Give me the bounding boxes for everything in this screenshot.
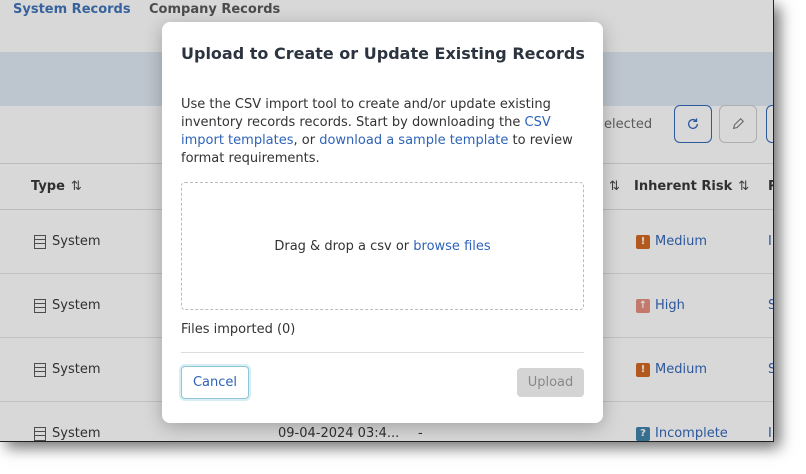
upload-modal: Upload to Create or Update Existing Reco… bbox=[162, 22, 603, 423]
upload-button[interactable]: Upload bbox=[517, 368, 584, 397]
modal-description: Use the CSV import tool to create and/or… bbox=[181, 97, 573, 166]
modal-title: Upload to Create or Update Existing Reco… bbox=[181, 44, 585, 63]
app-window: System Records Company Records elected T… bbox=[0, 0, 774, 442]
browse-files-link[interactable]: browse files bbox=[413, 239, 490, 254]
divider bbox=[181, 352, 584, 353]
files-imported-count: Files imported (0) bbox=[181, 322, 296, 337]
sample-template-link[interactable]: download a sample template bbox=[319, 133, 508, 148]
dropzone-text: Drag & drop a csv or bbox=[274, 238, 410, 254]
csv-dropzone[interactable]: Drag & drop a csv or browse files bbox=[181, 182, 584, 310]
cancel-button[interactable]: Cancel bbox=[181, 366, 249, 399]
